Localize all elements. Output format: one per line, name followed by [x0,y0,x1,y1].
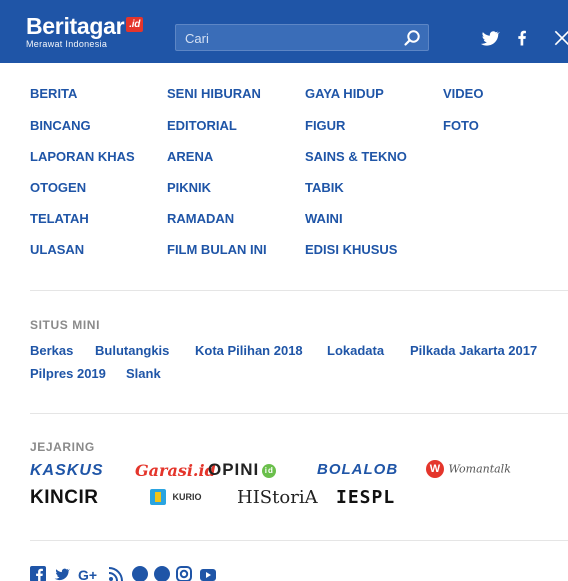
nav-item-figur[interactable]: FIGUR [305,118,345,133]
nav-item-seni-hiburan[interactable]: SENI HIBURAN [167,86,261,101]
logo-tagline: Merawat Indonesia [26,39,108,49]
mini-link-kota-pilihan-2018[interactable]: Kota Pilihan 2018 [195,343,303,358]
nav-item-laporan-khas[interactable]: LAPORAN KHAS [30,149,135,164]
line-icon[interactable] [132,566,148,581]
nav-item-editorial[interactable]: EDITORIAL [167,118,237,133]
nav-item-sains-tekno[interactable]: SAINS & TEKNO [305,149,407,164]
logo-text: Beritagar [26,13,125,39]
facebook-icon[interactable] [512,28,532,48]
jejaring-title: JEJARING [30,440,95,454]
nav-item-bincang[interactable]: BINCANG [30,118,91,133]
nav-item-piknik[interactable]: PIKNIK [167,180,211,195]
nav-item-ramadan[interactable]: RAMADAN [167,211,234,226]
nav-item-otogen[interactable]: OTOGEN [30,180,86,195]
google-plus-icon[interactable]: G+ [78,566,100,581]
logo-badge: .id [126,17,144,32]
mini-link-pilkada-jakarta-2017[interactable]: Pilkada Jakarta 2017 [410,343,537,358]
nav-item-edisi-khusus[interactable]: EDISI KHUSUS [305,242,397,257]
nav-item-arena[interactable]: ARENA [167,149,213,164]
search-box [175,24,429,52]
mini-link-lokadata[interactable]: Lokadata [327,343,384,358]
instagram-icon[interactable] [176,566,192,581]
divider [30,540,568,541]
mini-link-pilpres-2019[interactable]: Pilpres 2019 [30,366,106,381]
facebook-icon[interactable] [30,566,46,581]
nav-item-tabik[interactable]: TABIK [305,180,344,195]
brand-garasi[interactable]: Garasi.id [135,461,216,480]
brand-kurio[interactable]: KURIO [150,488,201,506]
mini-link-berkas[interactable]: Berkas [30,343,73,358]
nav-item-film-bulan-ini[interactable]: FILM BULAN INI [167,242,267,257]
divider [30,413,568,414]
search-icon[interactable] [403,29,421,47]
kurio-logo-icon [150,488,166,505]
situs-mini-title: SITUS MINI [30,318,101,332]
brand-bolalob[interactable]: BOLALOB [317,461,398,478]
brand-opini[interactable]: OPINI id [208,460,277,480]
nav-item-berita[interactable]: BERITA [30,86,77,101]
nav-item-foto[interactable]: FOTO [443,118,479,133]
twitter-icon[interactable] [480,28,500,48]
nav-item-ulasan[interactable]: ULASAN [30,242,84,257]
brand-historia[interactable]: HIStoriA [237,487,318,508]
nav-item-waini[interactable]: WAINI [305,211,343,226]
divider [30,290,568,291]
brand-kaskus[interactable]: KASKUS [30,462,104,480]
womantalk-logo-icon: W [426,460,444,478]
brand-womantalk[interactable]: W Womantalk [426,460,511,478]
nav-item-video[interactable]: VIDEO [443,86,483,101]
social-links: G+ [30,566,270,581]
svg-text:G+: G+ [78,567,97,581]
brand-iespl[interactable]: IESPL [336,487,395,508]
twitter-icon[interactable] [54,566,70,581]
mini-link-slank[interactable]: Slank [126,366,161,381]
close-icon[interactable] [552,28,568,48]
flipboard-icon[interactable] [154,566,170,581]
site-logo[interactable]: Beritagar .id Merawat Indonesia [26,13,144,49]
mini-link-bulutangkis[interactable]: Bulutangkis [95,343,169,358]
opini-badge: id [262,464,277,478]
nav-item-telatah[interactable]: TELATAH [30,211,89,226]
site-header: Beritagar .id Merawat Indonesia [0,0,568,63]
rss-icon[interactable] [108,566,124,581]
brand-kincir[interactable]: KINCIR [30,487,98,509]
youtube-icon[interactable] [200,566,216,581]
search-input[interactable] [176,25,407,52]
nav-item-gaya-hidup[interactable]: GAYA HIDUP [305,86,384,101]
